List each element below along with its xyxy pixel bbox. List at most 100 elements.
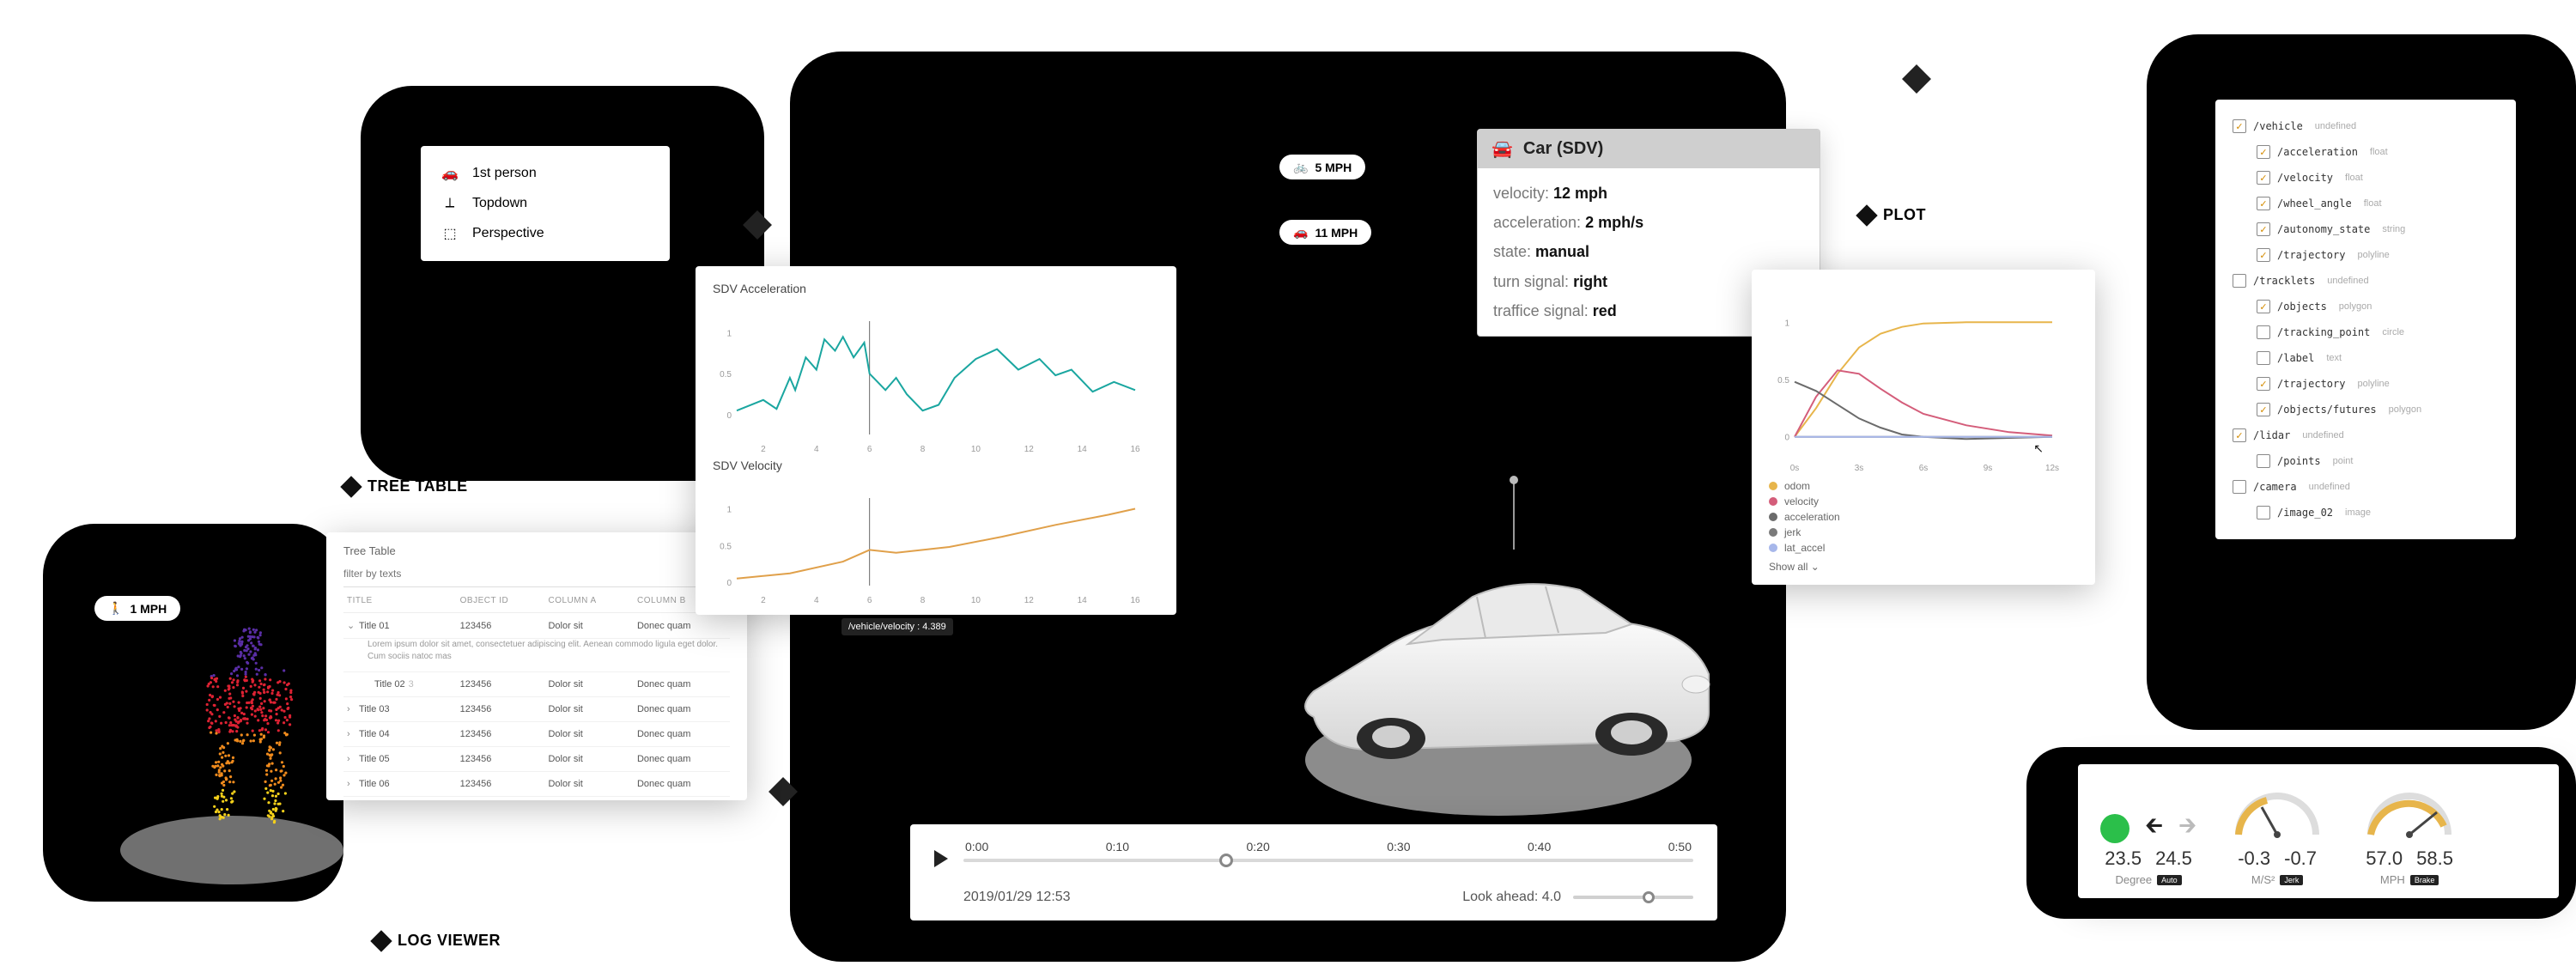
stream-tree-node[interactable]: /pointspoint [2233, 448, 2499, 474]
stream-tree-node[interactable]: /tracking_pointcircle [2233, 319, 2499, 345]
play-button[interactable] [934, 850, 948, 867]
chart-title-accel: SDV Acceleration [713, 282, 1159, 295]
tree-table-filter-input[interactable] [343, 568, 710, 580]
svg-text:0: 0 [726, 411, 732, 421]
checkbox[interactable] [2233, 480, 2246, 494]
plot-section-label: PLOT [1859, 206, 1926, 224]
legend-item[interactable]: lat_accel [1769, 540, 2078, 556]
stream-tree-node[interactable]: /cameraundefined [2233, 474, 2499, 500]
car-card-title: Car (SDV) [1523, 139, 1603, 159]
view-menu-item[interactable]: ⟂ Topdown [441, 189, 649, 218]
checkbox[interactable] [2257, 377, 2270, 391]
tree-table-title: Tree Table [343, 544, 730, 557]
stream-tree-node[interactable]: /vehicleundefined [2233, 113, 2499, 139]
svg-text:8: 8 [920, 445, 926, 454]
stream-tree-node[interactable]: /image_02image [2233, 500, 2499, 526]
legend-item[interactable]: acceleration [1769, 509, 2078, 525]
view-menu-label: 1st person [472, 166, 537, 181]
checkbox[interactable] [2257, 454, 2270, 468]
cursor-icon: ↖ [2033, 441, 2044, 456]
stream-tree-node[interactable]: /lidarundefined [2233, 422, 2499, 448]
checkbox[interactable] [2233, 274, 2246, 288]
scrubber-knob[interactable] [1219, 854, 1233, 867]
gauge-speed: 57.058.5 MPHBrake [2358, 783, 2461, 886]
look-ahead-label: Look ahead: 4.0 [1462, 890, 1561, 905]
stream-tree-node[interactable]: /trajectorypolyline [2233, 242, 2499, 268]
legend-item[interactable]: jerk [1769, 525, 2078, 540]
checkbox[interactable] [2257, 351, 2270, 365]
svg-text:12: 12 [1024, 596, 1035, 605]
car-icon: 🚘 [1492, 138, 1513, 160]
svg-text:4: 4 [814, 596, 819, 605]
stream-tree-node[interactable]: /velocityfloat [2233, 165, 2499, 191]
gauge-jerk: -0.3-0.7 M/S²Jerk [2226, 783, 2329, 886]
stream-tree-node[interactable]: /trackletsundefined [2233, 268, 2499, 294]
legend-item[interactable]: velocity [1769, 494, 2078, 509]
legend-item[interactable]: odom [1769, 478, 2078, 494]
checkbox[interactable] [2257, 222, 2270, 236]
svg-text:0: 0 [726, 579, 732, 588]
look-ahead-slider[interactable] [1573, 896, 1693, 899]
tree-table-col[interactable]: TITLE [343, 589, 457, 613]
view-menu-item[interactable]: 🚗 1st person [441, 158, 649, 189]
tree-table-col[interactable]: COLUMN A [544, 589, 634, 613]
table-row[interactable]: ⌄Title 01123456Dolor sitDonec quam [343, 613, 730, 639]
view-menu-label: Perspective [472, 226, 544, 241]
chart-velocity[interactable]: 00.51246810121416 [713, 477, 1159, 606]
checkbox[interactable] [2257, 197, 2270, 210]
chart-accel[interactable]: 00.51246810121416 [713, 301, 1159, 455]
checkbox[interactable] [2257, 171, 2270, 185]
status-dot-green [2100, 814, 2129, 843]
checkbox[interactable] [2233, 119, 2246, 133]
car-icon: 🚗 [1293, 225, 1308, 240]
table-row[interactable]: ›Title 05123456Dolor sitDonec quam [343, 747, 730, 772]
gauge-status: 🡰 🡲 23.524.5 DegreeAuto [2100, 810, 2196, 886]
svg-text:10: 10 [971, 445, 981, 454]
svg-text:2: 2 [761, 596, 766, 605]
stream-tree-node[interactable]: /autonomy_statestring [2233, 216, 2499, 242]
plot-panel: 00.510s3s6s9s12s odomvelocityacceleratio… [1752, 270, 2095, 585]
view-menu-item[interactable]: ⬚ Perspective [441, 218, 649, 249]
chart-tooltip: /vehicle/velocity : 4.389 [841, 618, 953, 635]
svg-text:10: 10 [971, 596, 981, 605]
charts-panel: SDV Acceleration 00.51246810121416 SDV V… [696, 266, 1176, 615]
svg-text:6s: 6s [1919, 464, 1929, 473]
svg-text:1: 1 [726, 506, 732, 515]
checkbox[interactable] [2233, 428, 2246, 442]
scrubber-track[interactable]: 0:000:100:200:300:400:50 [963, 840, 1693, 878]
stream-tree-node[interactable]: /objects/futurespolygon [2233, 397, 2499, 422]
arrow-right-icon: 🡲 [2178, 810, 2196, 848]
stream-tree-node[interactable]: /objectspolygon [2233, 294, 2499, 319]
checkbox[interactable] [2257, 506, 2270, 519]
tree-table-search[interactable]: 🔍 [343, 564, 730, 587]
car-icon: 🚗 [441, 165, 459, 182]
checkbox[interactable] [2257, 403, 2270, 416]
table-row[interactable]: ›Title 03123456Dolor sitDonec quam [343, 697, 730, 722]
stream-tree-node[interactable]: /accelerationfloat [2233, 139, 2499, 165]
speed-pill-bike: 🚲 5 MPH [1279, 155, 1365, 179]
lidar-pointcloud [155, 610, 343, 859]
table-row[interactable]: Title 023123456Dolor sitDonec quam [343, 672, 730, 697]
topdown-icon: ⟂ [441, 196, 459, 211]
checkbox[interactable] [2257, 300, 2270, 313]
svg-text:0.5: 0.5 [720, 542, 732, 551]
plot-chart[interactable]: 00.510s3s6s9s12s [1769, 285, 2078, 474]
car-render [1262, 494, 1743, 820]
table-row[interactable]: ›Title 04123456Dolor sitDonec quam [343, 722, 730, 747]
stream-tree-node[interactable]: /trajectorypolyline [2233, 371, 2499, 397]
speed-pill-car: 🚗 11 MPH [1279, 220, 1371, 245]
stream-tree-node[interactable]: /wheel_anglefloat [2233, 191, 2499, 216]
tree-table-col[interactable]: OBJECT ID [457, 589, 545, 613]
tree-table-panel: Tree Table 🔍 TITLE OBJECT ID COLUMN A CO… [326, 532, 747, 800]
view-menu: 🚗 1st person ⟂ Topdown ⬚ Perspective [421, 146, 670, 261]
svg-text:0: 0 [1784, 434, 1789, 443]
playback-scrubber: 0:000:100:200:300:400:50 2019/01/29 12:5… [910, 824, 1717, 920]
checkbox[interactable] [2257, 145, 2270, 159]
svg-text:6: 6 [867, 596, 872, 605]
table-row[interactable]: ›Title 06123456Dolor sitDonec quam [343, 772, 730, 797]
checkbox[interactable] [2257, 325, 2270, 339]
stream-tree-node[interactable]: /labeltext [2233, 345, 2499, 371]
plot-show-all[interactable]: Show all ⌄ [1769, 561, 2078, 573]
arrow-left-icon: 🡰 [2145, 810, 2163, 848]
checkbox[interactable] [2257, 248, 2270, 262]
